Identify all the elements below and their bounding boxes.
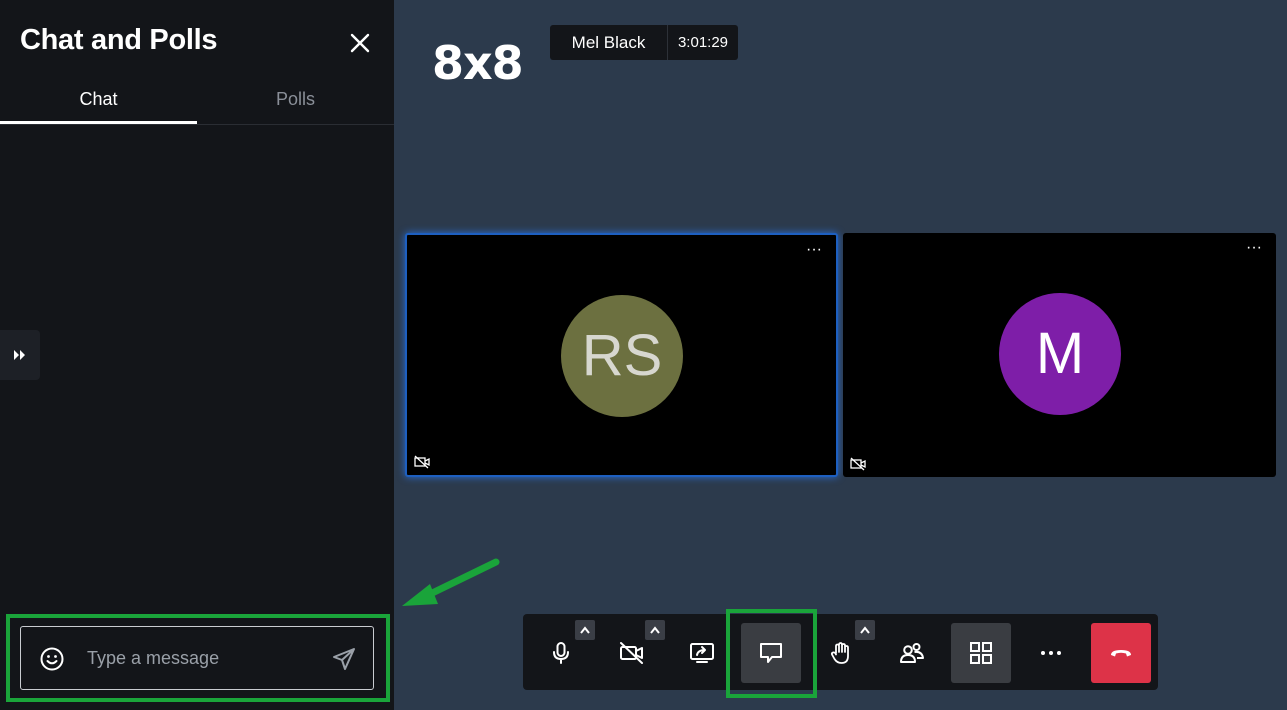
- camera-off-icon: [620, 642, 643, 664]
- chat-button-highlight-box: [726, 609, 817, 698]
- more-actions-button[interactable]: [1021, 623, 1081, 683]
- tab-chat[interactable]: Chat: [0, 78, 197, 124]
- meeting-toolbar: [523, 614, 1158, 690]
- double-chevron-right-icon: [14, 350, 25, 360]
- participants-button[interactable]: [881, 623, 941, 683]
- participant-tile[interactable]: ··· RS: [405, 233, 838, 477]
- send-button[interactable]: [331, 646, 357, 672]
- camera-off-icon: [414, 455, 430, 469]
- message-input[interactable]: [87, 641, 307, 675]
- participant-tile[interactable]: ··· M: [843, 233, 1276, 477]
- camera-options-caret[interactable]: [645, 620, 665, 640]
- participants-icon: [900, 643, 924, 663]
- app-logo: 8x8: [432, 36, 524, 90]
- tile-view-button[interactable]: [951, 623, 1011, 683]
- chevron-up-icon: [580, 626, 590, 634]
- emoji-icon: [40, 647, 64, 671]
- tile-more-options-button[interactable]: ···: [1246, 239, 1262, 257]
- reactions-options-caret[interactable]: [855, 620, 875, 640]
- share-screen-icon: [690, 643, 714, 663]
- meeting-timer: 3:01:29: [667, 25, 738, 60]
- grid-icon: [970, 642, 992, 664]
- tile-more-options-button[interactable]: ···: [806, 241, 822, 259]
- send-icon: [333, 648, 355, 670]
- collapse-sidebar-handle[interactable]: [0, 330, 40, 380]
- close-icon: [350, 33, 370, 53]
- microphone-options-caret[interactable]: [575, 620, 595, 640]
- hang-up-button[interactable]: [1091, 623, 1151, 683]
- chevron-up-icon: [860, 626, 870, 634]
- hand-icon: [830, 642, 849, 664]
- close-sidebar-button[interactable]: [346, 29, 374, 57]
- microphone-icon: [553, 642, 569, 664]
- avatar: RS: [561, 295, 683, 417]
- hang-up-icon: [1111, 650, 1131, 657]
- chevron-up-icon: [650, 626, 660, 634]
- tab-polls[interactable]: Polls: [197, 78, 394, 124]
- camera-off-icon: [850, 457, 866, 471]
- emoji-button[interactable]: [39, 646, 65, 672]
- annotation-arrow-icon: [402, 558, 500, 606]
- more-icon: [1041, 651, 1061, 655]
- speaker-name: Mel Black: [571, 33, 646, 52]
- message-composer: [20, 626, 374, 690]
- chat-sidebar: Chat and Polls Chat Polls: [0, 0, 394, 710]
- avatar: M: [999, 293, 1121, 415]
- speaker-info-pill: Mel Black 3:01:29: [550, 25, 738, 60]
- sidebar-title: Chat and Polls: [20, 24, 218, 56]
- share-screen-button[interactable]: [671, 623, 731, 683]
- chat-polls-tabs: Chat Polls: [0, 78, 394, 125]
